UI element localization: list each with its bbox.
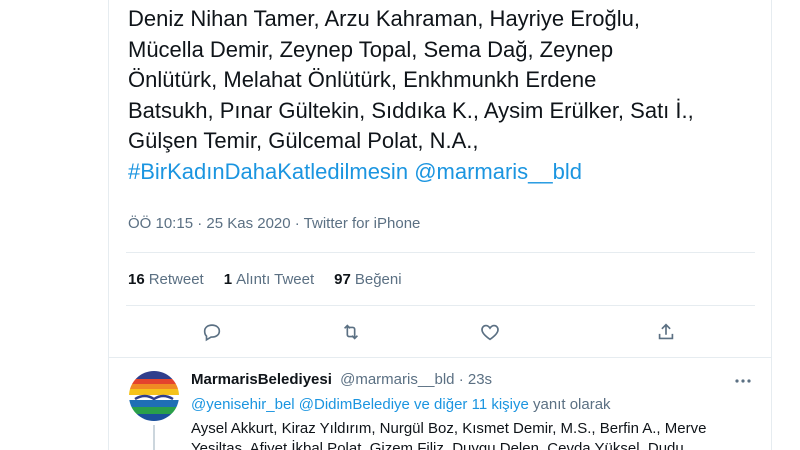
retweet-count: 16 xyxy=(128,271,145,288)
replying-to-suffix: yanıt olarak xyxy=(533,396,611,413)
retweet-label: Retweet xyxy=(148,271,204,288)
reply-text-line: Aysel Akkurt, Kiraz Yıldırım, Nurgül Boz… xyxy=(191,420,707,437)
like-stat[interactable]: 97 Beğeni xyxy=(334,271,401,288)
reply-handle[interactable]: @marmaris__bld · 23s xyxy=(340,371,492,388)
tweet-body: Deniz Nihan Tamer, Arzu Kahraman, Hayriy… xyxy=(128,4,748,188)
more-icon xyxy=(735,379,751,383)
tweet-text-line: Önlütürk, Melahat Önlütürk, Enkhmunkh Er… xyxy=(128,67,597,93)
divider xyxy=(109,357,771,358)
reply-display-name[interactable]: MarmarisBelediyesi xyxy=(191,371,332,388)
divider xyxy=(126,252,755,253)
thread-line xyxy=(153,425,155,450)
tweet-text-line: Batsukh, Pınar Gültekin, Sıddıka K., Ays… xyxy=(128,97,694,123)
hashtag-link[interactable]: #BirKadınDahaKatledilmesin xyxy=(128,159,408,184)
replying-to-users-link[interactable]: @yenisehir_bel @DidimBelediye ve diğer 1… xyxy=(191,396,529,413)
retweet-stat[interactable]: 16 Retweet xyxy=(128,271,204,288)
reply-header: MarmarisBelediyesi @marmaris__bld · 23s xyxy=(191,371,492,388)
like-count: 97 xyxy=(334,271,351,288)
quote-stat[interactable]: 1 Alıntı Tweet xyxy=(224,271,314,288)
reply-button[interactable] xyxy=(198,318,226,346)
tweet-stats: 16 Retweet 1 Alıntı Tweet 97 Beğeni xyxy=(128,271,402,288)
retweet-button[interactable] xyxy=(337,318,365,346)
tweet-text-line: Gülşen Temir, Gülcemal Polat, N.A., xyxy=(128,128,479,154)
tweet-timestamp[interactable]: ÖÖ 10:15 · 25 Kas 2020 · Twitter for iPh… xyxy=(128,215,420,232)
mention-link[interactable]: @marmaris__bld xyxy=(414,159,582,184)
tweet-links-line: #BirKadınDahaKatledilmesin @marmaris__bl… xyxy=(128,157,748,188)
divider xyxy=(126,305,755,306)
avatar[interactable] xyxy=(129,371,179,421)
quote-label: Alıntı Tweet xyxy=(236,271,315,288)
more-options-button[interactable] xyxy=(731,371,755,391)
reply-text-line: Yeşiltaş, Afiyet İkbal Polat, Gizem Fili… xyxy=(191,440,684,450)
quote-count: 1 xyxy=(223,271,233,288)
reply-tweet[interactable]: MarmarisBelediyesi @marmaris__bld · 23s … xyxy=(109,363,771,450)
tweet-text-line: Mücella Demir, Zeynep Topal, Sema Dağ, Z… xyxy=(128,36,614,62)
tweet-text-line: Deniz Nihan Tamer, Arzu Kahraman, Hayriy… xyxy=(128,6,640,31)
like-button[interactable] xyxy=(476,318,504,346)
reply-body: Aysel Akkurt, Kiraz Yıldırım, Nurgül Boz… xyxy=(191,419,751,450)
reply-icon xyxy=(203,324,221,342)
share-button[interactable] xyxy=(652,318,680,346)
heart-icon xyxy=(481,324,499,341)
tweet-column: Deniz Nihan Tamer, Arzu Kahraman, Hayriy… xyxy=(108,0,772,450)
share-icon xyxy=(658,323,674,340)
marmaris-logo-icon xyxy=(129,371,179,421)
tweet-actions xyxy=(126,318,755,346)
retweet-icon xyxy=(343,324,359,340)
replying-to: @yenisehir_bel @DidimBelediye ve diğer 1… xyxy=(191,396,611,413)
like-label: Beğeni xyxy=(354,271,402,288)
